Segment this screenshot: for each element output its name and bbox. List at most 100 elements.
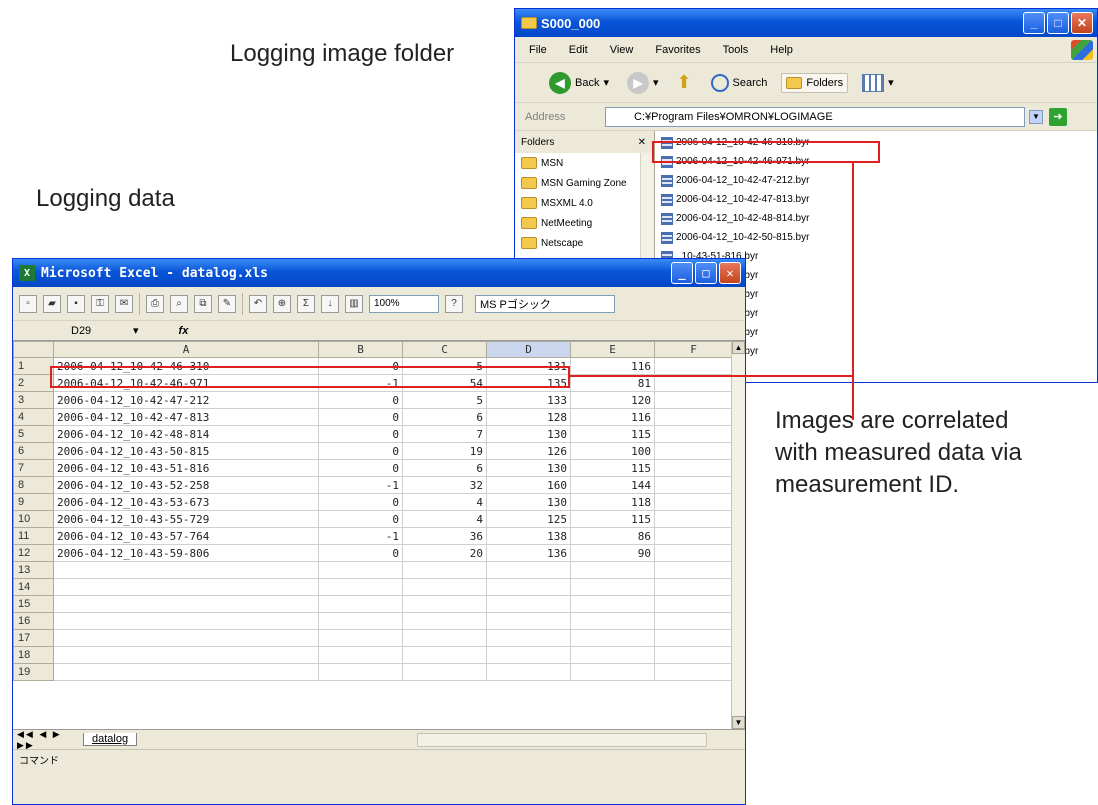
- cell[interactable]: 2006-04-12_10-42-47-212: [53, 391, 319, 409]
- help-icon[interactable]: ?: [445, 294, 463, 313]
- cell[interactable]: [53, 578, 319, 596]
- cell[interactable]: [570, 663, 655, 681]
- cell[interactable]: [486, 629, 571, 647]
- folder-item[interactable]: MSN: [515, 153, 654, 173]
- search-button[interactable]: Search: [707, 71, 772, 95]
- cell[interactable]: [402, 595, 487, 613]
- cell[interactable]: [654, 561, 733, 579]
- cell[interactable]: [654, 476, 733, 494]
- cell[interactable]: [53, 646, 319, 664]
- go-arrow-icon[interactable]: ➔: [1049, 107, 1067, 126]
- vertical-scrollbar[interactable]: ▲ ▼: [731, 341, 745, 729]
- cell[interactable]: 138: [486, 527, 571, 545]
- cell[interactable]: [570, 629, 655, 647]
- close-button[interactable]: ✕: [1071, 12, 1093, 34]
- scroll-up-icon[interactable]: ▲: [732, 341, 745, 354]
- chart-wizard-icon[interactable]: ▥: [345, 294, 363, 313]
- cell[interactable]: 144: [570, 476, 655, 494]
- cell[interactable]: [318, 663, 403, 681]
- scroll-down-icon[interactable]: ▼: [732, 716, 745, 729]
- minimize-button[interactable]: _: [1023, 12, 1045, 34]
- cell[interactable]: [654, 408, 733, 426]
- up-folder-button[interactable]: ⬆: [673, 70, 697, 96]
- cell[interactable]: [654, 374, 733, 392]
- menu-file[interactable]: File: [529, 44, 547, 56]
- cell[interactable]: 90: [570, 544, 655, 562]
- select-all-corner[interactable]: [13, 341, 54, 358]
- folder-item[interactable]: MSN Gaming Zone: [515, 173, 654, 193]
- cell[interactable]: 128: [486, 408, 571, 426]
- cell[interactable]: 130: [486, 459, 571, 477]
- cell[interactable]: [570, 646, 655, 664]
- cell[interactable]: 2006-04-12_10-43-51-816: [53, 459, 319, 477]
- row-header[interactable]: 12: [13, 544, 54, 562]
- autosum-icon[interactable]: Σ: [297, 294, 315, 313]
- row-header[interactable]: 5: [13, 425, 54, 443]
- menu-view[interactable]: View: [610, 44, 634, 56]
- cell[interactable]: [402, 578, 487, 596]
- permission-icon[interactable]: ⚿: [91, 294, 109, 313]
- folders-button[interactable]: Folders: [781, 72, 849, 93]
- row-header[interactable]: 7: [13, 459, 54, 477]
- cell[interactable]: -1: [318, 527, 403, 545]
- cell[interactable]: 4: [402, 510, 487, 528]
- horizontal-scrollbar[interactable]: [417, 732, 708, 747]
- column-header[interactable]: F: [654, 341, 733, 358]
- cell[interactable]: 6: [402, 408, 487, 426]
- print-preview-icon[interactable]: ⌕: [170, 294, 188, 313]
- cell[interactable]: 32: [402, 476, 487, 494]
- cell[interactable]: 100: [570, 442, 655, 460]
- cell[interactable]: [402, 629, 487, 647]
- cell[interactable]: 2006-04-12_10-43-52-258: [53, 476, 319, 494]
- row-header[interactable]: 16: [13, 612, 54, 630]
- cell[interactable]: [486, 595, 571, 613]
- row-header[interactable]: 2: [13, 374, 54, 392]
- views-button[interactable]: ▾: [858, 71, 898, 95]
- menu-favorites[interactable]: Favorites: [655, 44, 700, 56]
- cell[interactable]: [402, 612, 487, 630]
- cell[interactable]: [570, 578, 655, 596]
- cell[interactable]: [654, 646, 733, 664]
- cell[interactable]: [486, 578, 571, 596]
- menu-edit[interactable]: Edit: [569, 44, 588, 56]
- cell[interactable]: 116: [570, 357, 655, 375]
- column-header[interactable]: B: [318, 341, 403, 358]
- cell[interactable]: 133: [486, 391, 571, 409]
- cell[interactable]: [654, 493, 733, 511]
- cell[interactable]: [318, 595, 403, 613]
- row-header[interactable]: 18: [13, 646, 54, 664]
- cell[interactable]: 130: [486, 425, 571, 443]
- cell[interactable]: [654, 663, 733, 681]
- cell[interactable]: [654, 357, 733, 375]
- cell[interactable]: [654, 510, 733, 528]
- row-header[interactable]: 17: [13, 629, 54, 647]
- file-row[interactable]: 2006-04-12_10-42-48-814.byr: [661, 209, 1091, 228]
- row-header[interactable]: 13: [13, 561, 54, 579]
- cell[interactable]: 2006-04-12_10-43-50-815: [53, 442, 319, 460]
- cell[interactable]: 0: [318, 391, 403, 409]
- cell[interactable]: 2006-04-12_10-43-55-729: [53, 510, 319, 528]
- cell[interactable]: [402, 646, 487, 664]
- format-painter-icon[interactable]: ✎: [218, 294, 236, 313]
- undo-icon[interactable]: ↶: [249, 294, 267, 313]
- cell[interactable]: 0: [318, 510, 403, 528]
- file-row[interactable]: 2006-04-12_10-42-47-212.byr: [661, 171, 1091, 190]
- cell[interactable]: [486, 561, 571, 579]
- cell[interactable]: [486, 612, 571, 630]
- cell[interactable]: 118: [570, 493, 655, 511]
- cell[interactable]: [654, 391, 733, 409]
- cell[interactable]: [53, 595, 319, 613]
- cell[interactable]: 130: [486, 493, 571, 511]
- copy-icon[interactable]: ⧉: [194, 294, 212, 313]
- cell[interactable]: 2006-04-12_10-42-47-813: [53, 408, 319, 426]
- column-header[interactable]: E: [570, 341, 655, 358]
- cell[interactable]: 115: [570, 510, 655, 528]
- cell[interactable]: 81: [570, 374, 655, 392]
- menu-tools[interactable]: Tools: [723, 44, 749, 56]
- cell[interactable]: [402, 561, 487, 579]
- maximize-button[interactable]: □: [695, 262, 717, 284]
- row-header[interactable]: 8: [13, 476, 54, 494]
- column-header[interactable]: C: [402, 341, 487, 358]
- cell[interactable]: 126: [486, 442, 571, 460]
- file-row[interactable]: 2006-04-12_10-42-47-813.byr: [661, 190, 1091, 209]
